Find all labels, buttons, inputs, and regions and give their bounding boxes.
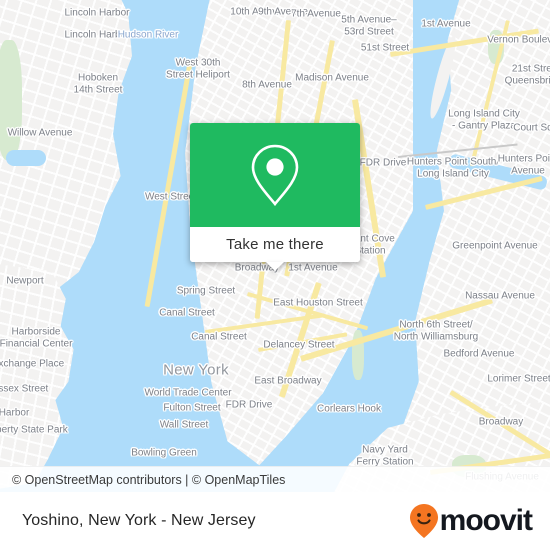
map-pin-icon	[251, 144, 299, 207]
footer-bar: Yoshino, New York - New Jersey moovit	[0, 492, 550, 550]
park-nj	[0, 40, 22, 160]
popup-tail	[266, 262, 284, 271]
popup-image-area	[190, 123, 360, 227]
map-canvas[interactable]: Lincoln Harbor Lincoln Harbor Hudson River…	[0, 0, 550, 492]
moovit-pin-icon	[409, 504, 438, 538]
page-title: Yoshino, New York - New Jersey	[22, 512, 256, 529]
map-label: Wall Street	[159, 419, 209, 431]
take-me-there-label: Take me there	[226, 236, 324, 253]
take-me-there-button[interactable]: Take me there	[190, 227, 360, 262]
map-label: Fulton Street	[163, 402, 221, 414]
street-grid-nj	[0, 0, 132, 290]
moovit-logo[interactable]: moovit	[409, 503, 533, 539]
map-attribution-bar: © OpenStreetMap contributors | © OpenMap…	[0, 466, 550, 492]
map-label: Corlears Hook	[317, 403, 381, 415]
street-grid-jersey-city	[0, 262, 74, 492]
location-popup[interactable]: Take me there	[190, 123, 360, 271]
map-label: Bowling Green	[131, 447, 197, 459]
screenshot-root: Lincoln Harbor Lincoln Harbor Hudson River…	[0, 0, 550, 550]
attribution-text[interactable]: © OpenStreetMap contributors | © OpenMap…	[12, 473, 285, 487]
road-west-side-highway	[144, 60, 193, 308]
water-hoboken-cove	[6, 150, 46, 166]
moovit-wordmark: moovit	[439, 504, 533, 537]
